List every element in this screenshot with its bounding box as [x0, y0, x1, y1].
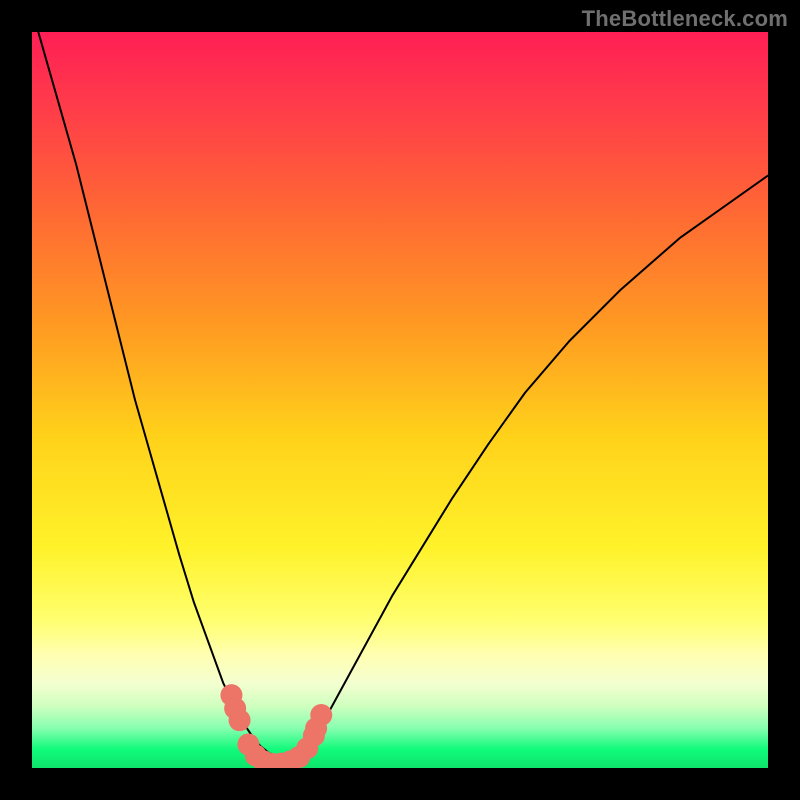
highlight-point [229, 709, 251, 731]
watermark-text: TheBottleneck.com [582, 6, 788, 32]
highlight-point [310, 704, 332, 726]
chart-svg [32, 32, 768, 768]
chart-background [32, 32, 768, 768]
plot-area [32, 32, 768, 768]
chart-frame: TheBottleneck.com [0, 0, 800, 800]
